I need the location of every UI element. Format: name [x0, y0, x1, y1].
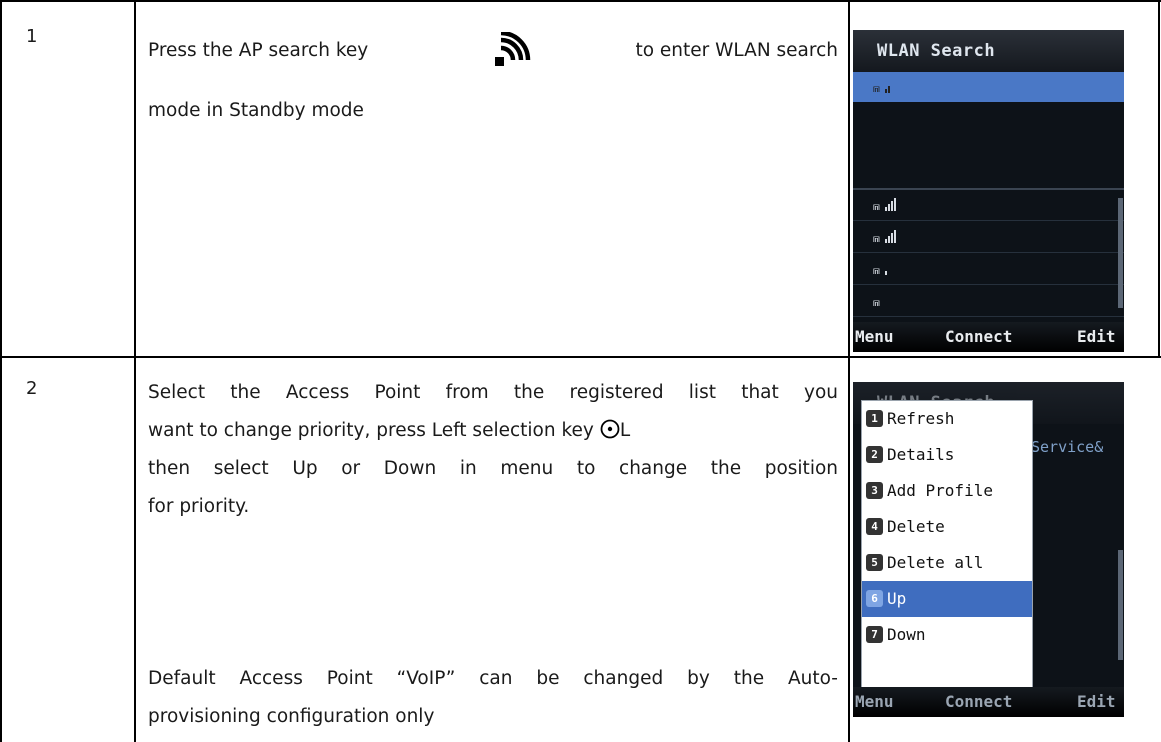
menu-item-refresh[interactable]: 1 Refresh: [862, 401, 1032, 437]
table-border-right: [1158, 0, 1160, 358]
menu-item-delete-all[interactable]: 5 Delete all: [862, 545, 1032, 581]
menu-item-details[interactable]: 2 Details: [862, 437, 1032, 473]
list-item[interactable]: ⩎: [853, 254, 1124, 285]
softkey-connect[interactable]: Connect: [945, 322, 1012, 352]
softkey-edit[interactable]: Edit: [1077, 687, 1116, 717]
menu-number: 2: [866, 446, 883, 463]
menu-item-up[interactable]: 6 Up: [862, 581, 1032, 617]
table-border-top: [0, 0, 1161, 2]
menu-number: 1: [866, 410, 883, 427]
step-1-text-end: to enter WLAN search: [635, 40, 838, 61]
scrollbar[interactable]: [1118, 550, 1123, 660]
screen-title: WLAN Search: [853, 30, 1124, 72]
svg-text:⩎: ⩎: [873, 199, 880, 213]
table-divider-1: [134, 0, 136, 742]
menu-item-add-profile[interactable]: 3 Add Profile: [862, 473, 1032, 509]
menu-item-down[interactable]: 7 Down: [862, 617, 1032, 653]
menu-label: Details: [887, 445, 955, 464]
menu-label: Down: [887, 625, 926, 644]
svg-text:⩎: ⩎: [873, 295, 880, 309]
softkey-bar: Menu Connect Edit: [853, 322, 1124, 352]
step-2-line-2: want to change priority, press Left sele…: [148, 412, 838, 450]
table-border-left: [0, 0, 2, 742]
svg-text:⩎: ⩎: [873, 263, 880, 277]
softkey-edit[interactable]: Edit: [1077, 322, 1116, 352]
scrollbar[interactable]: [1118, 198, 1123, 308]
step-2-note-line-2: provisioning configuration only: [148, 706, 435, 727]
step-number-2: 2: [26, 378, 38, 399]
menu-label: Delete all: [887, 553, 984, 572]
menu-number: 4: [866, 518, 883, 535]
menu-label: Refresh: [887, 409, 955, 428]
menu-item-delete[interactable]: 4 Delete: [862, 509, 1032, 545]
svg-text:⩎: ⩎: [873, 81, 880, 95]
softkey-menu[interactable]: Menu: [855, 322, 894, 352]
menu-label: Delete: [887, 517, 945, 536]
svg-text:⩎: ⩎: [873, 231, 880, 245]
row-separator: [0, 356, 1161, 358]
step-2-line-1: Select the Access Point from the registe…: [148, 382, 838, 403]
step-2-line-3: then select Up or Down in menu to change…: [148, 458, 838, 479]
ap-signal-icon: ⩎: [873, 81, 890, 95]
step-1-text-start: Press the AP search key: [148, 40, 369, 61]
menu-number: 5: [866, 554, 883, 571]
softkey-connect[interactable]: Connect: [945, 687, 1012, 717]
menu-number: 3: [866, 482, 883, 499]
options-menu: 1 Refresh 2 Details 3 Add Profile 4 Delete 5…: [861, 400, 1033, 698]
ap-signal-icon: ⩎: [873, 198, 896, 213]
menu-label: Add Profile: [887, 481, 993, 500]
list-item[interactable]: ⩎: [853, 188, 1124, 221]
menu-label: Up: [887, 589, 907, 608]
list-item[interactable]: ⩎: [853, 286, 1124, 317]
step-2-line-4: for priority.: [148, 496, 250, 517]
table-divider-2: [848, 0, 850, 742]
left-selection-key-icon: [600, 419, 620, 439]
list-item[interactable]: ⩎: [853, 222, 1124, 253]
left-key-label: L: [619, 420, 631, 441]
phone-screen-wlan-search: WLAN Search ⩎ ⩎ ⩎ ⩎ ⩎ Menu Connect Edit: [853, 30, 1124, 352]
step-2-line-2-text: want to change priority, press Left sele…: [148, 420, 594, 441]
ap-signal-icon: ⩎: [873, 263, 887, 277]
background-list-text: Service&: [1031, 438, 1104, 456]
step-1-line-1-end: to enter WLAN search: [548, 32, 838, 70]
softkey-menu[interactable]: Menu: [855, 687, 894, 717]
ap-signal-icon: ⩎: [873, 295, 880, 309]
menu-number: 6: [866, 590, 883, 607]
step-number-1: 1: [26, 26, 38, 47]
phone-screen-wlan-menu: WLAN Search Service& 1Refresh 2Details 3…: [853, 382, 1124, 717]
menu-number: 7: [866, 626, 883, 643]
ap-signal-icon: ⩎: [873, 230, 896, 245]
step-2-note-line-1: Default Access Point “VoIP” can be chang…: [148, 668, 838, 689]
list-item-selected[interactable]: ⩎: [853, 72, 1124, 102]
wifi-signal-icon: [495, 32, 531, 66]
softkey-bar: Menu Connect Edit: [853, 687, 1124, 717]
step-1-line-2: mode in Standby mode: [148, 100, 364, 121]
